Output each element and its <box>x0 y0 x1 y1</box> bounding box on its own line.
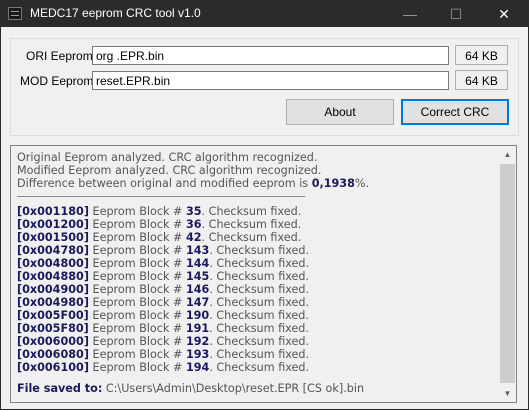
entry-block-number: 191 <box>185 322 210 335</box>
entry-fixed-text: . Checksum fixed. <box>209 348 310 361</box>
entry-address: [0x006000] <box>17 335 89 348</box>
entry-block-label: Eeprom Block # <box>92 283 186 296</box>
entry-block-label: Eeprom Block # <box>92 205 186 218</box>
checksum-log-entry: [0x004800] Eeprom Block # 144. Checksum … <box>17 257 487 270</box>
entry-address: [0x001180] <box>17 205 89 218</box>
checksum-log-entry: [0x004780] Eeprom Block # 143. Checksum … <box>17 244 487 257</box>
checksum-log-entry: [0x004900] Eeprom Block # 146. Checksum … <box>17 283 487 296</box>
app-window: MEDC17 eeprom CRC tool v1.0 — ☐ ✕ ORI Ee… <box>0 0 529 410</box>
entry-block-label: Eeprom Block # <box>92 257 186 270</box>
mod-size-box: 64 KB <box>455 70 508 90</box>
entry-block-label: Eeprom Block # <box>92 335 186 348</box>
entry-block-number: 194 <box>185 361 210 374</box>
checksum-log-entry: [0x004880] Eeprom Block # 145. Checksum … <box>17 270 487 283</box>
checksum-log-entry: [0x001500] Eeprom Block # 42. Checksum f… <box>17 231 487 244</box>
entry-block-number: 144 <box>185 257 210 270</box>
log-text: Original Eeprom analyzed. CRC algorithm … <box>17 151 487 395</box>
log-scrollbar[interactable]: ▲ ▼ <box>499 146 516 402</box>
minimize-button[interactable]: — <box>387 1 433 27</box>
checksum-log-entry: [0x001180] Eeprom Block # 35. Checksum f… <box>17 205 487 218</box>
app-icon <box>8 7 22 20</box>
entry-fixed-text: . Checksum fixed. <box>209 335 310 348</box>
mod-eeprom-label: MOD Eeprom: <box>20 74 97 88</box>
difference-suffix: %. <box>354 177 370 190</box>
window-title: MEDC17 eeprom CRC tool v1.0 <box>30 6 201 20</box>
log-panel[interactable]: Original Eeprom analyzed. CRC algorithm … <box>10 145 517 403</box>
entry-block-number: 146 <box>185 283 210 296</box>
scrollbar-thumb[interactable] <box>500 164 515 383</box>
entry-fixed-text: . Checksum fixed. <box>209 296 310 309</box>
entry-fixed-text: . Checksum fixed. <box>209 283 310 296</box>
scroll-down-arrow-icon[interactable]: ▼ <box>499 385 516 402</box>
entry-address: [0x006100] <box>17 361 89 374</box>
entry-fixed-text: . Checksum fixed. <box>209 309 309 322</box>
entry-block-number: 143 <box>185 244 210 257</box>
ori-size-box: 64 KB <box>455 45 508 65</box>
checksum-log-entry: [0x006100] Eeprom Block # 194. Checksum … <box>17 361 487 374</box>
checksum-log-entry: [0x005F80] Eeprom Block # 191. Checksum … <box>17 322 487 335</box>
log-line-difference: Difference between original and modified… <box>17 177 487 190</box>
entry-address: [0x005F00] <box>17 309 89 322</box>
entry-fixed-text: . Checksum fixed. <box>209 322 309 335</box>
entry-address: [0x001200] <box>17 218 89 231</box>
entry-fixed-text: . Checksum fixed. <box>201 231 302 244</box>
entry-block-label: Eeprom Block # <box>92 231 186 244</box>
scroll-up-arrow-icon[interactable]: ▲ <box>499 146 516 163</box>
checksum-log-entry: [0x006000] Eeprom Block # 192. Checksum … <box>17 335 487 348</box>
mod-eeprom-field[interactable]: reset.EPR.bin <box>92 71 449 90</box>
difference-text: Difference between original and modified… <box>17 177 312 190</box>
checksum-log-entry: [0x005F00] Eeprom Block # 190. Checksum … <box>17 309 487 322</box>
entry-address: [0x001500] <box>17 231 89 244</box>
ori-eeprom-label: ORI Eeprom: <box>26 49 97 63</box>
entry-fixed-text: . Checksum fixed. <box>201 205 302 218</box>
maximize-button[interactable]: ☐ <box>433 1 479 27</box>
correct-crc-button[interactable]: Correct CRC <box>401 99 509 125</box>
log-line-original: Original Eeprom analyzed. CRC algorithm … <box>17 151 318 164</box>
entry-block-number: 192 <box>185 335 210 348</box>
file-saved-line: File saved to: C:\Users\Admin\Desktop\re… <box>17 382 487 395</box>
entry-address: [0x004800] <box>17 257 89 270</box>
entry-block-number: 36 <box>185 218 202 231</box>
entry-fixed-text: . Checksum fixed. <box>209 257 310 270</box>
entry-address: [0x004780] <box>17 244 89 257</box>
about-button[interactable]: About <box>286 99 394 125</box>
entry-block-label: Eeprom Block # <box>92 309 186 322</box>
entry-fixed-text: . Checksum fixed. <box>209 244 310 257</box>
entry-block-number: 35 <box>185 205 202 218</box>
entry-address: [0x004880] <box>17 270 89 283</box>
entry-block-number: 190 <box>185 309 210 322</box>
title-bar[interactable]: MEDC17 eeprom CRC tool v1.0 — ☐ ✕ <box>1 1 528 27</box>
log-line-modified: Modified Eeprom analyzed. CRC algorithm … <box>17 164 322 177</box>
checksum-entries: [0x001180] Eeprom Block # 35. Checksum f… <box>17 205 487 374</box>
entry-block-number: 42 <box>185 231 202 244</box>
close-button[interactable]: ✕ <box>481 1 527 27</box>
entry-fixed-text: . Checksum fixed. <box>201 218 302 231</box>
checksum-log-entry: [0x004980] Eeprom Block # 147. Checksum … <box>17 296 487 309</box>
entry-block-number: 145 <box>185 270 210 283</box>
entry-address: [0x004900] <box>17 283 89 296</box>
entry-address: [0x005F80] <box>17 322 89 335</box>
file-saved-label: File saved to: <box>17 382 103 395</box>
entry-fixed-text: . Checksum fixed. <box>209 270 310 283</box>
checksum-log-entry: [0x001200] Eeprom Block # 36. Checksum f… <box>17 218 487 231</box>
entry-address: [0x006080] <box>17 348 89 361</box>
entry-block-label: Eeprom Block # <box>92 244 186 257</box>
entry-block-label: Eeprom Block # <box>92 322 186 335</box>
entry-fixed-text: . Checksum fixed. <box>209 361 310 374</box>
entry-block-label: Eeprom Block # <box>92 218 186 231</box>
checksum-log-entry: [0x006080] Eeprom Block # 193. Checksum … <box>17 348 487 361</box>
difference-value: 0,1938 <box>311 177 355 190</box>
entry-block-label: Eeprom Block # <box>92 296 186 309</box>
entry-block-number: 193 <box>185 348 210 361</box>
entry-block-number: 147 <box>185 296 210 309</box>
file-saved-path: C:\Users\Admin\Desktop\reset.EPR [CS ok]… <box>102 382 365 395</box>
entry-block-label: Eeprom Block # <box>92 361 186 374</box>
ori-eeprom-field[interactable]: org .EPR.bin <box>92 46 449 65</box>
log-separator <box>17 190 487 203</box>
entry-address: [0x004980] <box>17 296 89 309</box>
entry-block-label: Eeprom Block # <box>92 348 186 361</box>
entry-block-label: Eeprom Block # <box>92 270 186 283</box>
